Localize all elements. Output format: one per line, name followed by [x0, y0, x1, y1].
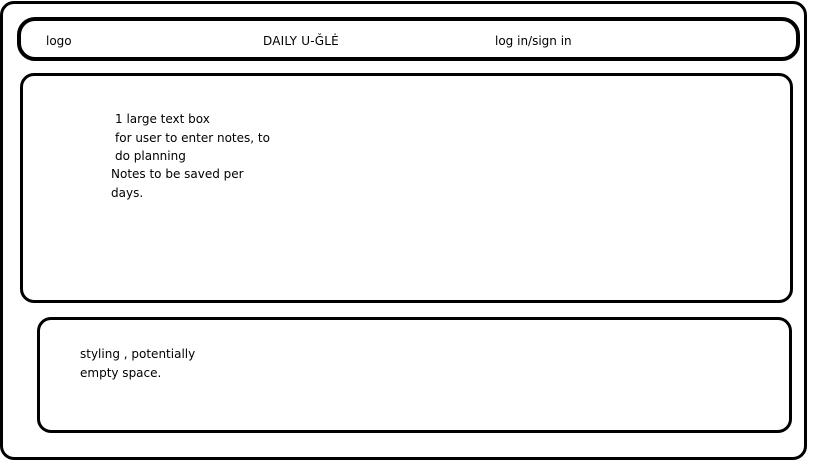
notes-text-box[interactable]: 1 large text box for user to enter notes…: [20, 73, 793, 303]
notes-save-description: Notes to be saved per days.: [111, 165, 244, 202]
notes-description: 1 large text box for user to enter notes…: [115, 110, 270, 166]
styling-description-line: empty space.: [80, 365, 162, 380]
styling-description: styling , potentially empty space.: [80, 345, 195, 382]
notes-description-line: do planning: [115, 149, 186, 163]
notes-save-line: Notes to be saved per: [111, 167, 244, 181]
site-title: DAILY U-ǦLĖ: [263, 34, 339, 48]
notes-description-line: for user to enter notes, to: [115, 130, 270, 145]
styling-description-line: styling , potentially: [80, 347, 196, 361]
logo[interactable]: logo: [46, 34, 72, 48]
header-bar: logo DAILY U-ǦLĖ log in/sign in: [17, 17, 800, 61]
page-frame: logo DAILY U-ǦLĖ log in/sign in 1 large …: [0, 1, 807, 460]
styling-area: styling , potentially empty space.: [37, 317, 792, 433]
login-signin-link[interactable]: log in/sign in: [495, 34, 572, 48]
notes-save-line: days.: [111, 185, 144, 200]
notes-description-line: 1 large text box: [115, 112, 210, 126]
